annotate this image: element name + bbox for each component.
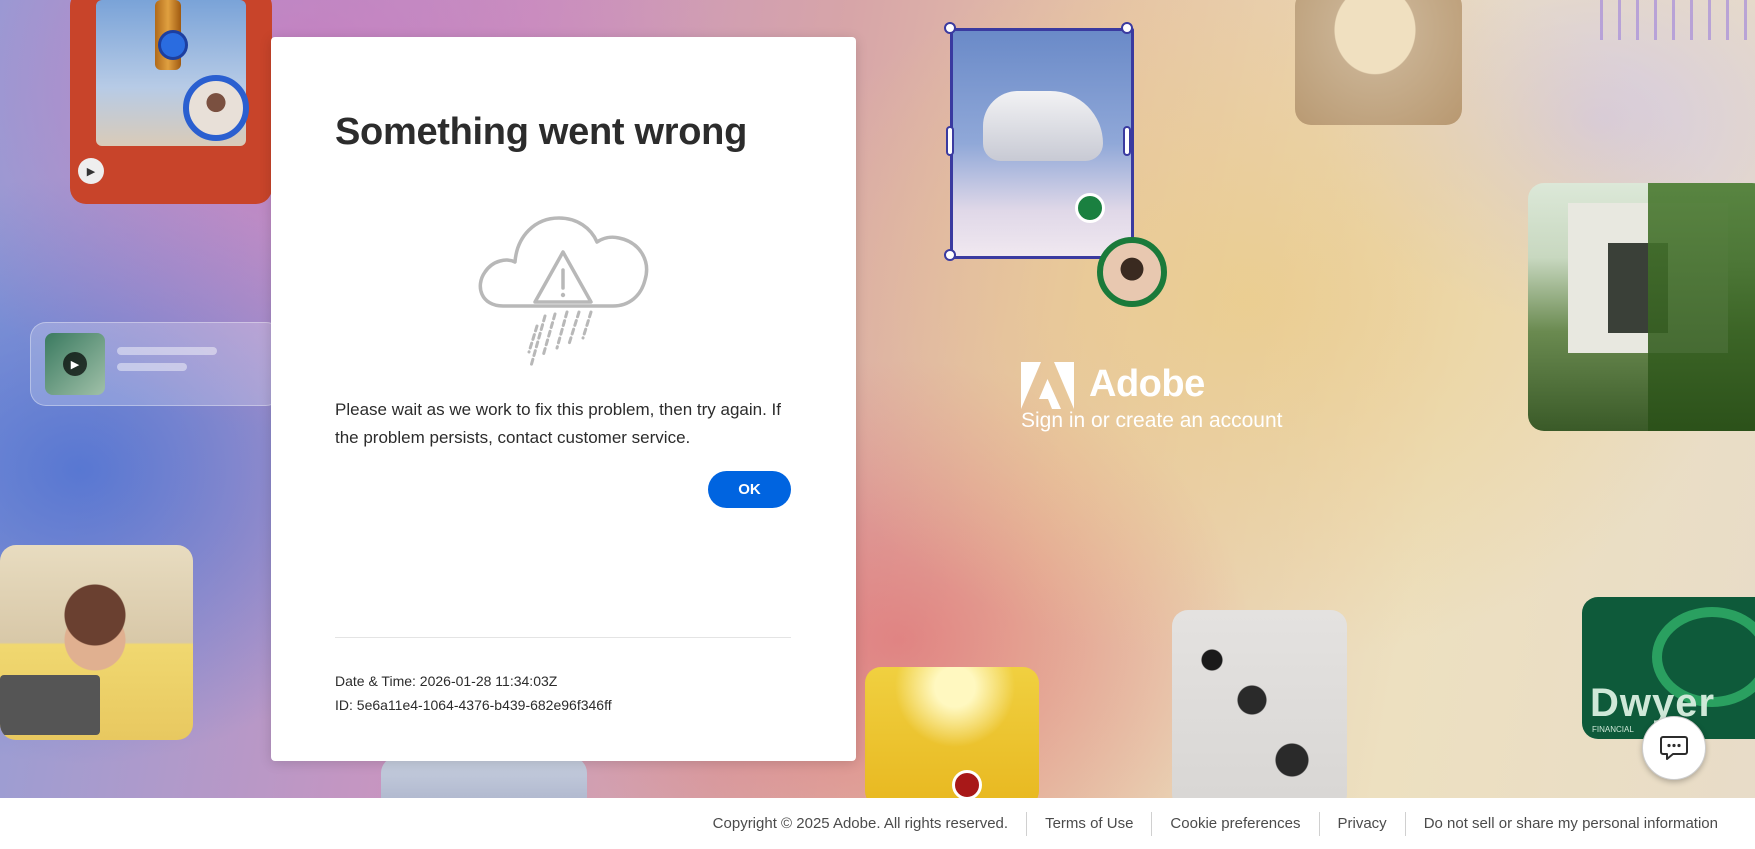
divider — [335, 637, 791, 638]
terms-of-use-link[interactable]: Terms of Use — [1045, 815, 1133, 832]
play-icon: ▶ — [78, 158, 104, 184]
footer: Copyright © 2025 Adobe. All rights reser… — [0, 798, 1755, 849]
error-datetime: Date & Time: 2026-01-28 11:34:03Z — [335, 673, 558, 689]
footer-separator — [1026, 811, 1028, 836]
footer-separator — [1318, 811, 1320, 836]
laptop-image — [0, 675, 100, 735]
chat-bubble-icon — [1660, 736, 1688, 760]
play-icon: ▶ — [63, 352, 87, 376]
error-details: Date & Time: 2026-01-28 11:34:03Z ID: 5e… — [335, 669, 612, 717]
background-collage: ▶ ▶ Dwyer FINANCIAL — [0, 0, 1755, 798]
selection-dot — [1075, 193, 1105, 223]
avatar — [1097, 237, 1167, 307]
adobe-logo-icon — [1021, 362, 1074, 409]
footer-separator — [1404, 811, 1406, 836]
decorative-stripes — [1600, 0, 1750, 40]
dialog-message: Please wait as we work to fix this probl… — [335, 400, 781, 447]
resize-handle — [1123, 126, 1131, 156]
background-card-sand — [1295, 0, 1462, 125]
placeholder-line — [117, 347, 217, 355]
error-dialog: Something went wrong Please wait as we w… — [271, 37, 856, 761]
background-card-sneaker — [950, 28, 1134, 259]
background-card-citrus — [865, 667, 1039, 798]
error-id: ID: 5e6a11e4-1064-4376-b439-682e96f346ff — [335, 697, 612, 713]
brand-subtitle: Sign in or create an account — [1021, 409, 1283, 432]
footer-separator — [1151, 811, 1153, 836]
selection-dot — [952, 770, 982, 798]
cookie-preferences-link[interactable]: Cookie preferences — [1170, 815, 1300, 832]
sneaker-image — [983, 91, 1103, 161]
resize-handle — [946, 126, 954, 156]
brand-name: Adobe — [1089, 363, 1205, 405]
do-not-sell-link[interactable]: Do not sell or share my personal informa… — [1424, 815, 1718, 832]
cloud-warning-icon — [478, 216, 649, 368]
background-card-chrome — [1172, 610, 1347, 798]
ok-button[interactable]: OK — [708, 471, 791, 508]
avatar — [183, 75, 249, 141]
video-thumbnail: ▶ — [45, 333, 105, 395]
background-card-house — [1528, 183, 1755, 431]
logo-subtext: FINANCIAL — [1592, 725, 1634, 734]
logo-word: Dwyer — [1590, 681, 1716, 725]
chat-button[interactable] — [1642, 716, 1706, 780]
resize-handle — [944, 22, 956, 34]
privacy-link[interactable]: Privacy — [1338, 815, 1387, 832]
ivy-foliage — [1648, 183, 1755, 431]
placeholder-line — [117, 363, 187, 371]
copyright-text: Copyright © 2025 Adobe. All rights reser… — [712, 815, 1009, 832]
background-card-video: ▶ — [30, 322, 282, 406]
selection-dot — [158, 30, 188, 60]
background-card-portrait — [0, 545, 193, 740]
dialog-title: Something went wrong — [335, 111, 747, 153]
resize-handle — [1121, 22, 1133, 34]
resize-handle — [944, 249, 956, 261]
background-card-partial — [381, 757, 587, 798]
